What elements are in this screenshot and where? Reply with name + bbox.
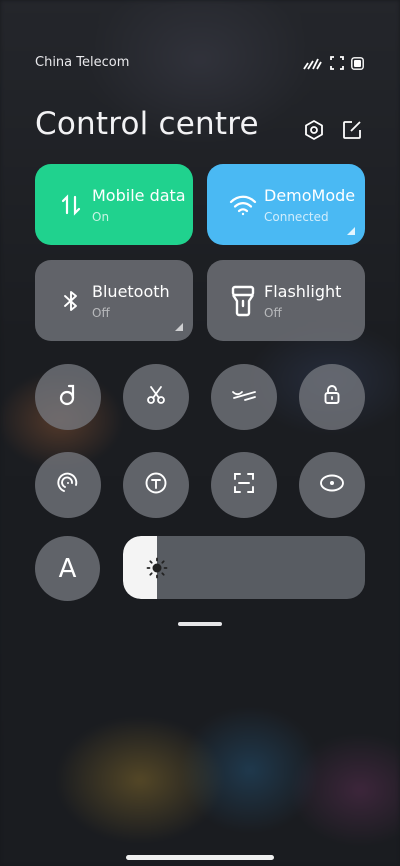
edit-button[interactable]: [340, 120, 364, 144]
signal-icon: [303, 55, 323, 74]
flashlight-status: Off: [264, 306, 282, 320]
expand-corner-icon: [347, 227, 355, 235]
auto-rotate-toggle[interactable]: [35, 452, 101, 518]
scan-icon: [232, 471, 256, 499]
mobile-data-tile[interactable]: Mobile data On: [35, 164, 193, 245]
bluetooth-icon: [55, 285, 87, 317]
auto-rotate-icon: [56, 471, 80, 499]
battery-icon: [351, 55, 364, 74]
wifi-tile[interactable]: DemoMode Connected: [207, 164, 365, 245]
bluetooth-label: Bluetooth: [92, 282, 170, 301]
flashlight-icon: [227, 285, 259, 317]
screen-record-icon: [330, 55, 344, 74]
home-indicator[interactable]: [126, 855, 274, 860]
settings-icon: [303, 119, 325, 145]
brightness-icon: [146, 557, 168, 578]
screenshot-toggle[interactable]: [123, 364, 189, 430]
wifi-network-name: DemoMode: [264, 186, 356, 205]
text-toggle[interactable]: [123, 452, 189, 518]
eye-comfort-toggle[interactable]: [299, 452, 365, 518]
mobile-data-label: Mobile data: [92, 186, 186, 205]
reading-mode-icon: [230, 387, 258, 407]
flashlight-tile[interactable]: Flashlight Off: [207, 260, 365, 341]
lock-icon: [323, 384, 341, 410]
auto-brightness-button[interactable]: A: [35, 536, 100, 601]
wifi-status: Connected: [264, 210, 329, 224]
edit-icon: [341, 119, 363, 145]
page-title: Control centre: [35, 106, 259, 142]
bluetooth-status: Off: [92, 306, 110, 320]
expand-corner-icon: [175, 323, 183, 331]
auto-brightness-label: A: [58, 553, 77, 584]
mobile-data-icon: [55, 189, 87, 221]
flashlight-label: Flashlight: [264, 282, 342, 301]
bluetooth-tile[interactable]: Bluetooth Off: [35, 260, 193, 341]
settings-button[interactable]: [302, 120, 326, 144]
mobile-data-status: On: [92, 210, 110, 224]
reading-mode-toggle[interactable]: [211, 364, 277, 430]
wifi-icon: [227, 189, 259, 221]
dark-mode-icon: [57, 383, 79, 411]
scissors-icon: [145, 384, 167, 410]
text-icon: [144, 471, 168, 499]
panel-drag-handle[interactable]: [178, 622, 222, 626]
scanner-toggle[interactable]: [211, 452, 277, 518]
carrier-name: China Telecom: [35, 55, 130, 70]
dark-mode-toggle[interactable]: [35, 364, 101, 430]
status-icons: [303, 55, 364, 74]
brightness-slider[interactable]: [123, 536, 365, 599]
eye-icon: [319, 474, 345, 496]
rotation-lock-toggle[interactable]: [299, 364, 365, 430]
